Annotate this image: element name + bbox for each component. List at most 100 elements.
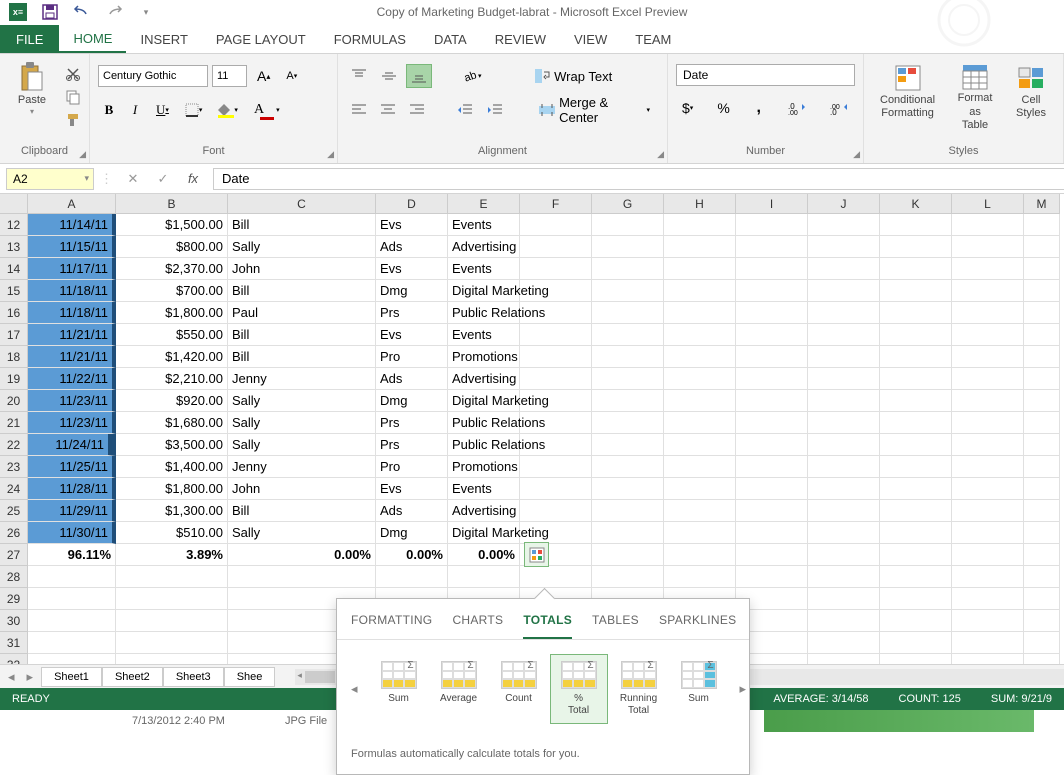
cell[interactable]: John <box>228 258 376 280</box>
cell[interactable] <box>376 566 448 588</box>
row-header[interactable]: 21 <box>0 412 28 434</box>
underline-button[interactable]: U▾ <box>150 98 175 122</box>
cell[interactable] <box>736 522 808 544</box>
column-header-C[interactable]: C <box>228 194 376 214</box>
cell[interactable] <box>808 302 880 324</box>
row-header[interactable]: 19 <box>0 368 28 390</box>
cell[interactable] <box>952 412 1024 434</box>
cell[interactable] <box>592 566 664 588</box>
cell[interactable] <box>952 346 1024 368</box>
cell[interactable] <box>880 346 952 368</box>
cell[interactable] <box>520 346 592 368</box>
cell[interactable]: Events <box>448 214 520 236</box>
column-header-A[interactable]: A <box>28 194 116 214</box>
cell[interactable] <box>1024 390 1060 412</box>
column-header-J[interactable]: J <box>808 194 880 214</box>
cell[interactable]: Ads <box>376 236 448 258</box>
cell[interactable]: 11/22/11 <box>28 368 116 390</box>
column-header-H[interactable]: H <box>664 194 736 214</box>
cell[interactable]: Jenny <box>228 368 376 390</box>
decrease-indent-icon[interactable] <box>453 98 478 122</box>
formula-input[interactable] <box>213 168 1064 190</box>
cell[interactable] <box>1024 346 1060 368</box>
cell[interactable]: Public Relations <box>448 302 520 324</box>
fx-icon[interactable]: fx <box>183 169 203 189</box>
cell[interactable]: $1,400.00 <box>116 456 228 478</box>
align-center-icon[interactable] <box>375 98 400 122</box>
cell[interactable]: $2,370.00 <box>116 258 228 280</box>
cell[interactable]: Digital Marketing <box>448 522 520 544</box>
cell[interactable] <box>880 654 952 664</box>
cell[interactable] <box>808 324 880 346</box>
cell[interactable]: $1,500.00 <box>116 214 228 236</box>
cell[interactable]: Ads <box>376 500 448 522</box>
cell[interactable] <box>1024 236 1060 258</box>
cell[interactable]: 11/21/11 <box>28 346 116 368</box>
cell[interactable]: Evs <box>376 258 448 280</box>
qa-option[interactable]: Running Total <box>610 654 668 724</box>
cell[interactable]: 11/23/11 <box>28 412 116 434</box>
cell[interactable]: 0.00% <box>228 544 376 566</box>
cell[interactable] <box>952 280 1024 302</box>
tab-formulas[interactable]: FORMULAS <box>320 25 420 53</box>
undo-icon[interactable] <box>70 2 94 22</box>
cell[interactable] <box>592 544 664 566</box>
quick-analysis-button[interactable] <box>524 542 549 567</box>
cell[interactable] <box>880 566 952 588</box>
increase-indent-icon[interactable] <box>482 98 507 122</box>
font-name-input[interactable] <box>98 65 208 87</box>
cell[interactable] <box>736 302 808 324</box>
cell[interactable] <box>1024 214 1060 236</box>
cell[interactable]: Events <box>448 324 520 346</box>
cell[interactable] <box>808 500 880 522</box>
cell[interactable] <box>664 324 736 346</box>
cell[interactable] <box>28 654 116 664</box>
font-size-input[interactable] <box>212 65 247 87</box>
cell[interactable] <box>520 500 592 522</box>
cell[interactable] <box>736 500 808 522</box>
row-header[interactable]: 23 <box>0 456 28 478</box>
align-left-icon[interactable] <box>346 98 371 122</box>
cell[interactable] <box>880 456 952 478</box>
cell[interactable] <box>808 280 880 302</box>
cell[interactable]: Prs <box>376 434 448 456</box>
cell[interactable] <box>1024 654 1060 664</box>
cell[interactable]: $1,420.00 <box>116 346 228 368</box>
cell[interactable] <box>592 412 664 434</box>
cell[interactable] <box>520 456 592 478</box>
cell[interactable] <box>520 324 592 346</box>
cell[interactable]: 11/18/11 <box>28 280 116 302</box>
cell[interactable] <box>1024 258 1060 280</box>
cell[interactable]: Evs <box>376 478 448 500</box>
cell[interactable]: Sally <box>228 390 376 412</box>
cell[interactable] <box>28 566 116 588</box>
cell[interactable] <box>116 610 228 632</box>
cell[interactable] <box>1024 588 1060 610</box>
qa-option[interactable]: Sum <box>370 654 428 724</box>
alignment-launcher-icon[interactable]: ◢ <box>657 149 664 160</box>
wrap-text-button[interactable]: Wrap Text <box>526 64 622 88</box>
qa-tab-totals[interactable]: TOTALS <box>523 613 572 639</box>
tab-home[interactable]: HOME <box>59 25 126 53</box>
cell[interactable] <box>736 544 808 566</box>
cell[interactable] <box>448 566 520 588</box>
cell[interactable]: Bill <box>228 324 376 346</box>
row-header[interactable]: 20 <box>0 390 28 412</box>
conditional-formatting-button[interactable]: Conditional Formatting <box>872 58 943 136</box>
cell[interactable] <box>736 566 808 588</box>
cell[interactable] <box>952 632 1024 654</box>
cell[interactable] <box>116 654 228 664</box>
cell[interactable]: Evs <box>376 214 448 236</box>
cell[interactable] <box>952 478 1024 500</box>
cell[interactable] <box>592 236 664 258</box>
cell[interactable]: Promotions <box>448 456 520 478</box>
cell[interactable]: 96.11% <box>28 544 116 566</box>
cell[interactable] <box>808 258 880 280</box>
cell[interactable] <box>808 632 880 654</box>
cell[interactable] <box>592 500 664 522</box>
cell[interactable]: 11/23/11 <box>28 390 116 412</box>
align-top-icon[interactable] <box>346 64 372 88</box>
cell[interactable] <box>664 566 736 588</box>
align-bottom-icon[interactable] <box>406 64 432 88</box>
cell[interactable]: Dmg <box>376 522 448 544</box>
